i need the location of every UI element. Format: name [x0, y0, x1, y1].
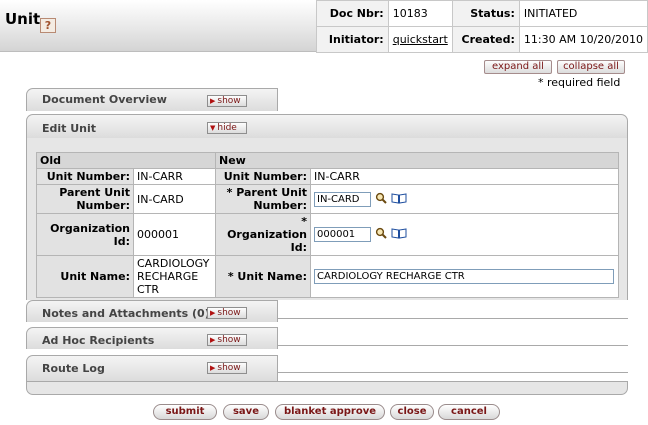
parent-unit-number-input[interactable]: IN-CARD	[314, 191, 371, 207]
parent-unit-number-cell: IN-CARD	[310, 184, 619, 214]
initiator-cell: quickstart	[387, 26, 453, 53]
organization-id-label-text: Organization Id:	[227, 228, 307, 254]
old-unit-name-label: Unit Name:	[36, 255, 134, 298]
initiator-label: Initiator:	[316, 26, 389, 53]
new-column-header: New	[215, 152, 619, 169]
triangle-right-icon: ▶	[210, 97, 216, 105]
old-unit-number-value: IN-CARR	[133, 168, 216, 185]
tab-route-log-footer	[26, 381, 628, 395]
triangle-right-icon: ▶	[210, 364, 216, 372]
initiator-link[interactable]: quickstart	[393, 33, 448, 46]
notes-attachments-show-label: show	[217, 308, 241, 318]
old-parent-unit-number-label: Parent Unit Number:	[36, 184, 134, 214]
old-unit-number-label: Unit Number:	[36, 168, 134, 185]
created-label: Created:	[451, 26, 520, 53]
save-button[interactable]: save	[223, 404, 269, 420]
status-label: Status:	[451, 0, 520, 27]
edit-unit-hide-button[interactable]: ▼ hide	[207, 122, 247, 134]
new-unit-name-label: * Unit Name:	[215, 255, 311, 298]
created-value: 11:30 AM 10/20/2010	[518, 26, 648, 53]
new-organization-id-label: * Organization Id:	[215, 213, 311, 256]
edit-unit-hide-label: hide	[217, 123, 237, 133]
status-value: INITIATED	[518, 0, 648, 27]
old-parent-unit-number-value: IN-CARD	[133, 184, 216, 214]
document-overview-show-button[interactable]: ▶ show	[207, 95, 247, 107]
triangle-right-icon: ▶	[210, 309, 216, 317]
search-icon[interactable]	[375, 227, 387, 242]
doc-nbr-value: 10183	[387, 0, 453, 27]
collapse-all-button[interactable]: collapse all	[557, 60, 625, 74]
old-unit-name-value: CARDIOLOGY RECHARGE CTR	[133, 255, 216, 298]
organization-id-cell: 000001	[310, 213, 619, 256]
unit-name-input[interactable]: CARDIOLOGY RECHARGE CTR	[314, 269, 614, 284]
search-icon[interactable]	[375, 192, 387, 207]
old-column-header: Old	[36, 152, 216, 169]
tab-edit-unit	[26, 114, 628, 138]
tab-route-log-rule	[278, 372, 628, 373]
expand-all-button[interactable]: expand all	[484, 60, 552, 74]
adhoc-recipients-show-button[interactable]: ▶ show	[207, 334, 247, 346]
doc-nbr-label: Doc Nbr:	[316, 0, 389, 27]
new-parent-unit-number-label: * Parent Unit Number:	[215, 184, 311, 214]
required-field-note: * required field	[538, 76, 621, 89]
unit-name-cell: CARDIOLOGY RECHARGE CTR	[310, 255, 619, 298]
tab-notes-attachments-rule	[278, 318, 628, 319]
triangle-right-icon: ▶	[210, 336, 216, 344]
notes-attachments-show-button[interactable]: ▶ show	[207, 307, 247, 319]
organization-id-input[interactable]: 000001	[314, 227, 371, 242]
tab-adhoc-recipients-rule	[278, 345, 628, 346]
tab-adhoc-recipients-title: Ad Hoc Recipients	[42, 334, 155, 347]
new-unit-number-value: IN-CARR	[310, 168, 619, 185]
document-overview-show-label: show	[217, 96, 241, 106]
triangle-down-icon: ▼	[210, 124, 216, 132]
old-organization-id-label: Organization Id:	[36, 213, 134, 256]
old-organization-id-value: 000001	[133, 213, 216, 256]
tab-edit-unit-title: Edit Unit	[42, 122, 97, 135]
tab-notes-attachments-title: Notes and Attachments (0)	[42, 307, 210, 320]
help-icon[interactable]: ?	[40, 18, 56, 33]
submit-button[interactable]: submit	[153, 404, 217, 420]
cancel-button[interactable]: cancel	[438, 404, 500, 420]
new-unit-number-label: Unit Number:	[215, 168, 311, 185]
organization-id-required-star: *	[301, 215, 307, 228]
page-title: Unit	[5, 10, 41, 28]
book-icon[interactable]	[391, 227, 407, 242]
book-icon[interactable]	[391, 192, 407, 207]
close-button[interactable]: close	[390, 404, 434, 420]
adhoc-recipients-show-label: show	[217, 335, 241, 345]
edit-unit-table: Old New Unit Number: IN-CARR Unit Number…	[36, 152, 619, 298]
tab-document-overview-title: Document Overview	[42, 93, 167, 106]
route-log-show-button[interactable]: ▶ show	[207, 362, 247, 374]
blanket-approve-button[interactable]: blanket approve	[275, 404, 385, 420]
route-log-show-label: show	[217, 363, 241, 373]
tab-route-log-title: Route Log	[42, 362, 105, 375]
document-header-info: Doc Nbr: 10183 Status: INITIATED Initiat…	[316, 0, 648, 53]
